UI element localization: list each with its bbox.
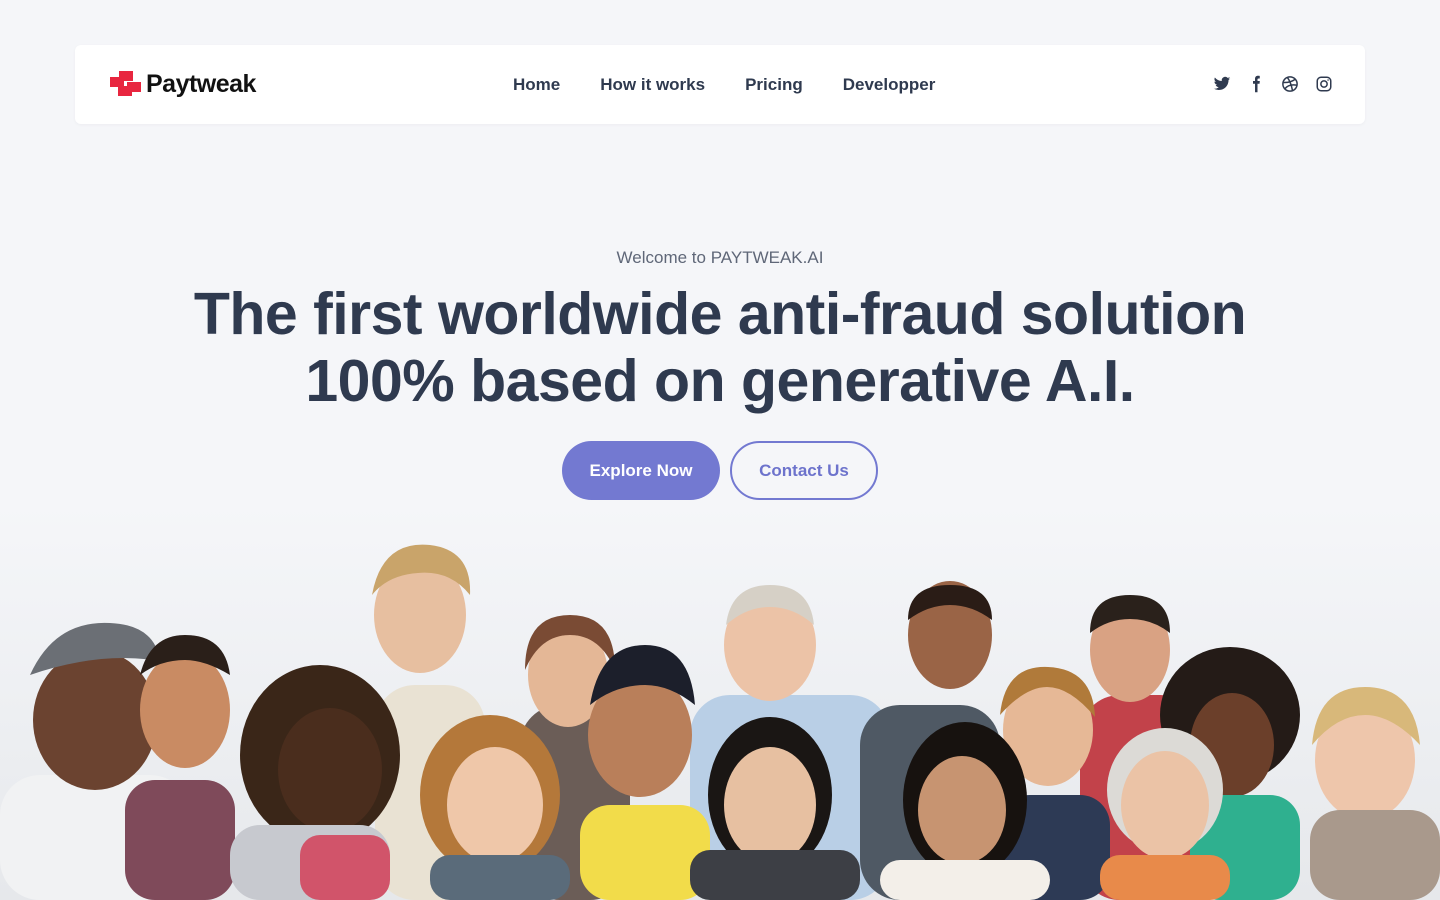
nav-developper[interactable]: Developper (843, 75, 936, 95)
hero-headline: The first worldwide anti-fraud solution … (0, 281, 1440, 415)
nav-home[interactable]: Home (513, 75, 560, 95)
brand-logo[interactable]: Paytweak (110, 71, 256, 97)
main-nav: Home How it works Pricing Developper (513, 45, 975, 124)
hero-group-photo (0, 505, 1440, 900)
hero-section: Welcome to PAYTWEAK.AI The first worldwi… (0, 247, 1440, 415)
instagram-icon[interactable] (1314, 74, 1334, 94)
facebook-icon[interactable] (1246, 74, 1266, 94)
hero-cta-group: Explore Now Contact Us (562, 441, 878, 500)
hero-eyebrow: Welcome to PAYTWEAK.AI (616, 248, 824, 267)
twitter-icon[interactable] (1212, 74, 1232, 94)
nav-pricing[interactable]: Pricing (745, 75, 803, 95)
nav-how-it-works[interactable]: How it works (600, 75, 705, 95)
logo-mark-icon (110, 71, 141, 97)
social-links (1198, 74, 1334, 94)
explore-now-button[interactable]: Explore Now (562, 441, 720, 500)
dribbble-icon[interactable] (1280, 74, 1300, 94)
hero-headline-line2: 100% based on generative A.I. (305, 348, 1135, 414)
contact-us-button[interactable]: Contact Us (730, 441, 878, 500)
top-navbar: Paytweak Home How it works Pricing Devel… (75, 45, 1365, 124)
brand-name: Paytweak (146, 70, 256, 98)
hero-headline-line1: The first worldwide anti-fraud solution (193, 281, 1247, 347)
